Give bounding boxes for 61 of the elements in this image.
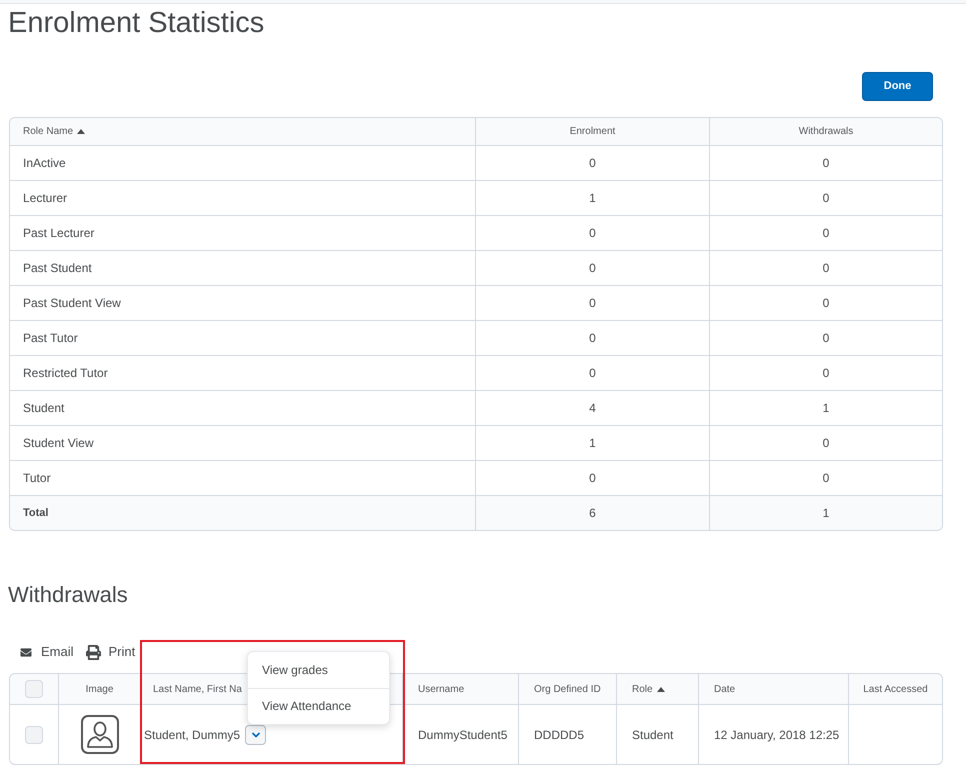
table-cell-text: 1 (822, 400, 830, 417)
table-cell-text: Past Student View (23, 295, 121, 312)
table-cell-text: Restricted Tutor (23, 365, 108, 382)
table-cell-text: 0 (822, 260, 830, 277)
table-cell-text: 0 (822, 190, 830, 207)
table-cell-text: 0 (822, 330, 830, 347)
table-cell-text: Lecturer (23, 190, 68, 207)
table-cell-text: 0 (822, 155, 830, 172)
table-cell-text: 6 (589, 505, 596, 522)
row-menu-button[interactable] (245, 724, 266, 744)
table-cell-text: Student View (23, 435, 94, 452)
column-header: Org Defined ID (534, 682, 601, 696)
column-header: Enrolment (570, 125, 616, 139)
table-cell-text: 0 (822, 365, 830, 382)
table-cell-text: DDDDD5 (534, 726, 584, 744)
table-cell-text: Tutor (23, 470, 51, 487)
table-cell-text: 0 (589, 470, 596, 487)
table-cell-text: InActive (23, 155, 66, 172)
table-cell-text: 1 (589, 435, 596, 452)
table-cell-text: Past Lecturer (23, 225, 94, 242)
column-header: Image (86, 682, 114, 696)
column-header: Last Name, First Na (153, 682, 242, 696)
checkbox[interactable] (25, 726, 43, 744)
column-header[interactable]: Role (632, 682, 653, 696)
table-cell-text: 0 (822, 435, 830, 452)
column-header: Date (714, 682, 736, 696)
table-cell-text: 0 (822, 470, 830, 487)
menu-item[interactable]: View Attendance (248, 688, 390, 724)
column-header[interactable]: Role Name (23, 124, 74, 139)
table-cell-text: 0 (589, 260, 596, 277)
table-cell-text: DummyStudent5 (418, 726, 508, 744)
printer-icon (86, 644, 101, 660)
table-cell-text: Student, Dummy5 (144, 726, 240, 744)
table-cell-text: 0 (589, 330, 596, 347)
column-header: Last Accessed (863, 682, 928, 696)
print-button[interactable]: Print (86, 642, 136, 662)
menu-item[interactable]: View grades (248, 652, 390, 688)
table-cell-text: 1 (822, 505, 830, 522)
table-cell-text: 0 (589, 155, 596, 172)
page-title: Enrolment Statistics (8, 6, 264, 40)
done-button[interactable]: Done (862, 72, 933, 101)
section-heading: Withdrawals (8, 581, 128, 609)
table-cell-text: 0 (589, 365, 596, 382)
table-cell-text: Student (632, 726, 674, 744)
table-cell-text: 0 (589, 225, 596, 242)
table-cell-text: Student (23, 400, 64, 417)
table-cell-text: Total (23, 506, 48, 521)
column-header: Withdrawals (798, 125, 854, 139)
table-cell-text: Past Student (23, 260, 92, 277)
table-cell-text: Past Tutor (23, 330, 78, 347)
email-button[interactable]: Email (19, 642, 74, 662)
checkbox[interactable] (25, 680, 43, 698)
column-header: Username (418, 682, 464, 696)
table-cell-text: 1 (589, 190, 596, 207)
envelope-icon (19, 646, 33, 658)
table-cell-text: 4 (589, 400, 596, 417)
table-cell-text: 12 January, 2018 12:25 (714, 726, 840, 744)
table-cell-text: 0 (822, 295, 830, 312)
table-cell-text: 0 (822, 225, 830, 242)
user-avatar-icon (80, 715, 118, 754)
table-cell-text: 0 (589, 295, 596, 312)
